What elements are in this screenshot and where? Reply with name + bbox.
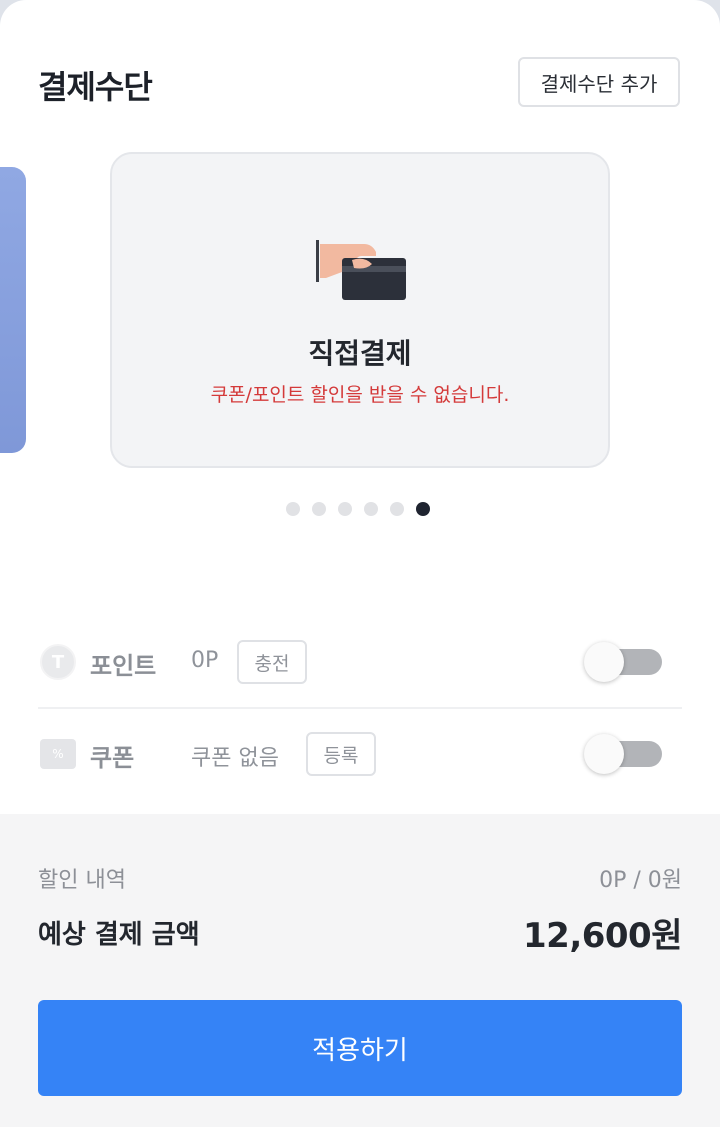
hand-card-icon <box>316 240 406 300</box>
point-balance: 0P <box>191 648 219 673</box>
charge-point-button[interactable]: 충전 <box>237 640 307 684</box>
apply-button[interactable]: 적용하기 <box>38 1000 682 1096</box>
discount-label: 할인 내역 <box>38 868 126 893</box>
card-title: 직접결제 <box>308 337 412 370</box>
expected-total-label: 예상 결제 금액 <box>38 920 200 950</box>
carousel-dot[interactable] <box>364 502 378 516</box>
carousel-indicator <box>286 502 430 516</box>
row-divider <box>38 707 682 709</box>
carousel-dot[interactable] <box>312 502 326 516</box>
toggle-knob <box>584 642 624 682</box>
point-row: T 포인트 0P 충전 <box>38 632 682 692</box>
carousel-dot[interactable] <box>286 502 300 516</box>
point-label: 포인트 <box>90 652 157 680</box>
payment-sheet: 결제수단 결제수단 추가 직접결제 쿠폰/포인트 할인을 받을 수 없습니다. … <box>0 0 720 1127</box>
coupon-label: 쿠폰 <box>90 744 135 772</box>
carousel-dot[interactable] <box>390 502 404 516</box>
payment-summary: 할인 내역 0P / 0원 예상 결제 금액 12,600원 적용하기 <box>0 814 720 1127</box>
coupon-toggle[interactable] <box>584 732 664 776</box>
page-title: 결제수단 <box>38 68 153 106</box>
previous-payment-card[interactable] <box>0 167 26 453</box>
discount-value: 0P / 0원 <box>599 868 682 893</box>
register-coupon-button[interactable]: 등록 <box>306 732 376 776</box>
expected-total-value: 12,600원 <box>523 916 682 956</box>
point-icon: T <box>40 644 76 680</box>
add-payment-method-button[interactable]: 결제수단 추가 <box>518 57 680 107</box>
coupon-icon: % <box>40 739 76 769</box>
point-toggle[interactable] <box>584 640 664 684</box>
coupon-status: 쿠폰 없음 <box>191 746 279 771</box>
carousel-dot[interactable] <box>338 502 352 516</box>
carousel-dot-active[interactable] <box>416 502 430 516</box>
toggle-knob <box>584 734 624 774</box>
card-notice: 쿠폰/포인트 할인을 받을 수 없습니다. <box>210 384 510 406</box>
direct-payment-card[interactable]: 직접결제 쿠폰/포인트 할인을 받을 수 없습니다. <box>110 152 610 468</box>
coupon-row: % 쿠폰 쿠폰 없음 등록 <box>38 724 682 784</box>
